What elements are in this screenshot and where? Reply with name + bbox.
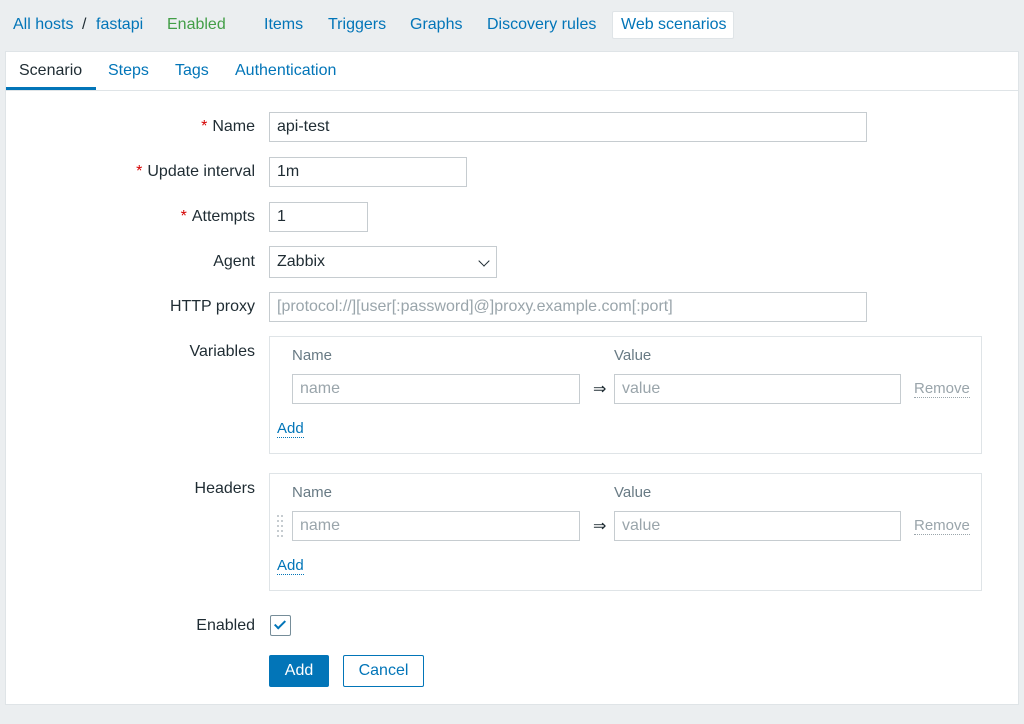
variable-name-input[interactable]: name: [292, 374, 580, 404]
cancel-button[interactable]: Cancel: [343, 655, 424, 687]
chevron-down-icon: [478, 255, 490, 267]
name-label: * Name: [201, 118, 255, 135]
host-status-enabled[interactable]: Enabled: [167, 16, 226, 34]
nav-web-scenarios-label: Web scenarios: [621, 16, 727, 33]
header-value-input[interactable]: value: [614, 511, 901, 541]
variables-col-value: Value: [614, 347, 652, 364]
variable-value-input[interactable]: value: [614, 374, 901, 404]
headers-col-name: Name: [292, 484, 333, 501]
enabled-checkbox[interactable]: [270, 615, 291, 636]
web-scenario-form: Scenario Steps Tags Authentication * Name…: [5, 51, 1019, 705]
breadcrumb-all-hosts[interactable]: All hosts: [13, 16, 73, 34]
nav-discovery-rules[interactable]: Discovery rules: [487, 16, 596, 34]
name-input[interactable]: api-test: [269, 112, 867, 142]
required-mark: *: [180, 208, 187, 225]
required-mark: *: [136, 163, 143, 180]
nav-triggers[interactable]: Triggers: [328, 16, 386, 34]
arrow-icon: ⇒: [593, 381, 607, 398]
tab-steps[interactable]: Steps: [108, 62, 149, 80]
breadcrumb-host[interactable]: fastapi: [96, 16, 143, 34]
enabled-label: Enabled: [196, 617, 255, 634]
tab-scenario[interactable]: Scenario: [19, 62, 82, 80]
form-tabs: Scenario Steps Tags Authentication: [6, 52, 1018, 91]
required-mark: *: [201, 118, 208, 135]
nav-web-scenarios[interactable]: Web scenarios: [612, 11, 734, 39]
update-interval-label: * Update interval: [136, 163, 255, 180]
variable-remove-link[interactable]: Remove: [914, 380, 970, 398]
drag-handle-icon[interactable]: [277, 515, 285, 537]
tab-tags[interactable]: Tags: [175, 62, 209, 80]
http-proxy-label: HTTP proxy: [169, 298, 255, 315]
add-button[interactable]: Add: [269, 655, 329, 687]
tab-authentication[interactable]: Authentication: [235, 62, 336, 80]
agent-label: Agent: [213, 253, 255, 270]
agent-select[interactable]: Zabbix: [269, 246, 497, 278]
header-remove-link[interactable]: Remove: [914, 517, 970, 535]
headers-col-value: Value: [614, 484, 652, 501]
checkmark-icon: [273, 617, 287, 630]
variable-add-link[interactable]: Add: [277, 420, 304, 438]
agent-selected-value: Zabbix: [277, 253, 326, 270]
variables-table: Name Value name ⇒ value Remove Add: [269, 336, 982, 454]
nav-items[interactable]: Items: [264, 16, 303, 34]
header-add-link[interactable]: Add: [277, 557, 304, 575]
variables-label: Variables: [189, 343, 255, 360]
host-navigation: All hosts / fastapi Enabled Items Trigge…: [0, 0, 1024, 50]
attempts-input[interactable]: 1: [269, 202, 368, 232]
http-proxy-input[interactable]: [protocol://][user[:password]@]proxy.exa…: [269, 292, 867, 322]
header-name-input[interactable]: name: [292, 511, 580, 541]
nav-graphs[interactable]: Graphs: [410, 16, 462, 34]
active-tab-indicator: [6, 87, 96, 90]
headers-label: Headers: [194, 480, 255, 497]
update-interval-input[interactable]: 1m: [269, 157, 467, 187]
breadcrumb-separator: /: [82, 16, 87, 33]
headers-table: Name Value name ⇒ value Remove Add: [269, 473, 982, 591]
attempts-label: * Attempts: [180, 208, 255, 225]
arrow-icon: ⇒: [593, 518, 607, 535]
variables-col-name: Name: [292, 347, 333, 364]
